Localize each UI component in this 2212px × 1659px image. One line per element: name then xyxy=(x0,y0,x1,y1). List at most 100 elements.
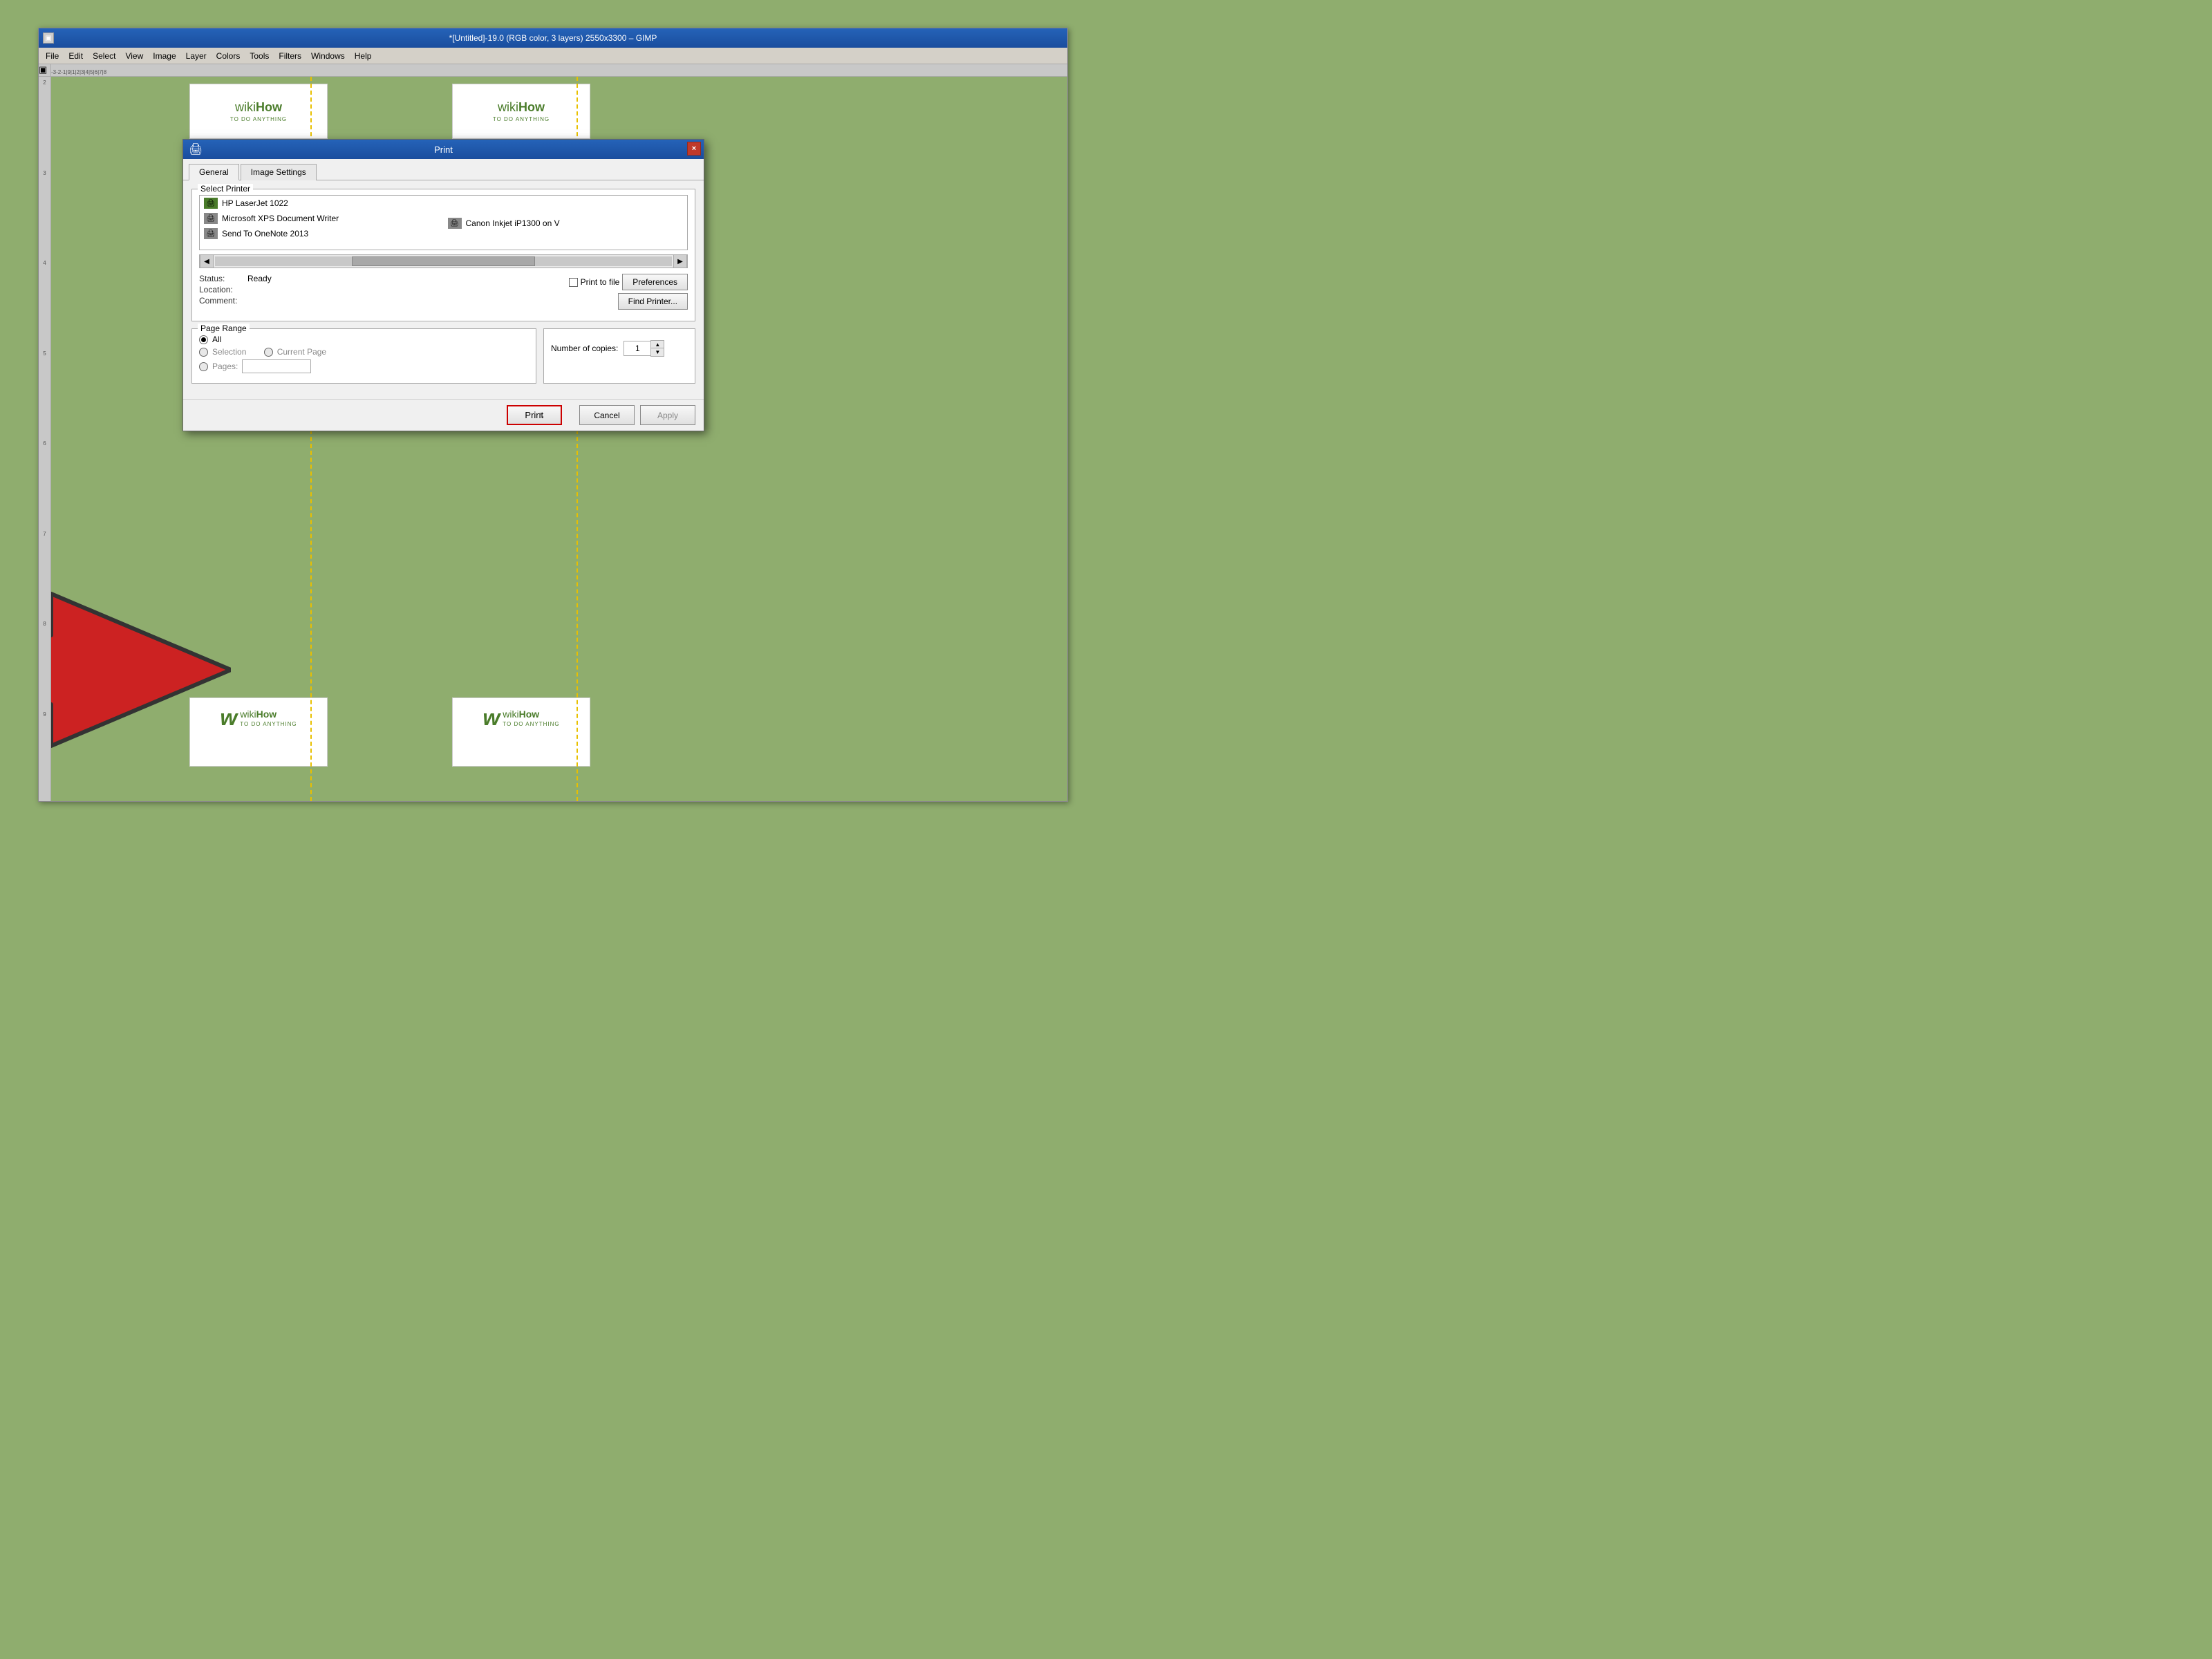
range-pages-option[interactable]: Pages: xyxy=(199,359,529,373)
wikihow-tile-2: wikiHow TO DO ANYTHING xyxy=(452,84,590,139)
wikihow-subtitle-1: TO DO ANYTHING xyxy=(230,116,287,122)
printer-icon-xps: 🖨 xyxy=(204,213,218,224)
menu-tools[interactable]: Tools xyxy=(245,50,273,62)
apply-button[interactable]: Apply xyxy=(640,405,695,425)
menu-colors[interactable]: Colors xyxy=(212,50,245,62)
printer-name-canon: Canon Inkjet iP1300 on V xyxy=(466,218,560,228)
status-row: Status: Ready xyxy=(199,274,558,283)
red-arrow-annotation xyxy=(51,580,231,760)
printer-item-hp[interactable]: 🖨 HP LaserJet 1022 xyxy=(200,196,687,211)
printer-icon-onenote: 🖨 xyxy=(204,228,218,239)
range-all-option[interactable]: All xyxy=(199,335,529,344)
location-row: Location: xyxy=(199,285,558,294)
scroll-thumb xyxy=(352,256,534,266)
status-area: Status: Ready Location: Comment: xyxy=(199,274,688,310)
printer-icon-hp: 🖨 xyxy=(204,198,218,209)
pages-input[interactable] xyxy=(242,359,311,373)
comment-label: Comment: xyxy=(199,296,247,306)
scroll-track xyxy=(215,256,672,266)
range-current-label: Current Page xyxy=(277,347,326,357)
status-right: Print to file Preferences Find Printer..… xyxy=(569,274,688,310)
menu-windows[interactable]: Windows xyxy=(307,50,349,62)
printer-name-onenote: Send To OneNote 2013 xyxy=(222,229,308,238)
wikihow-tile-1: wikiHow TO DO ANYTHING xyxy=(189,84,328,139)
menu-select[interactable]: Select xyxy=(88,50,120,62)
status-value: Ready xyxy=(247,274,272,283)
location-label: Location: xyxy=(199,285,247,294)
dialog-title: Print xyxy=(434,144,453,155)
dialog-close-button[interactable]: × xyxy=(687,142,701,156)
gimp-title-bar: ▣ *[Untitled]-19.0 (RGB color, 3 layers)… xyxy=(39,28,1067,48)
gimp-icon: ▣ xyxy=(43,32,54,44)
print-dialog: 🖨 Print × General Image Settings Select … xyxy=(182,139,704,431)
copies-spinner[interactable]: ▲ ▼ xyxy=(624,340,664,357)
wikihow-logo-1: wikiHow xyxy=(235,100,282,115)
menu-edit[interactable]: Edit xyxy=(64,50,87,62)
page-range-label: Page Range xyxy=(198,324,250,333)
range-pages-radio[interactable] xyxy=(199,362,208,371)
select-printer-label: Select Printer xyxy=(198,184,253,194)
spinner-down-button[interactable]: ▼ xyxy=(651,348,664,356)
copies-input[interactable] xyxy=(624,341,651,356)
printer-icon-canon: 🖨 xyxy=(448,218,462,229)
page-range-group: Page Range All Selection Current Page xyxy=(191,328,536,384)
printer-item-canon[interactable]: 🖨 Canon Inkjet iP1300 on V xyxy=(444,216,564,231)
gimp-title: *[Untitled]-19.0 (RGB color, 3 layers) 2… xyxy=(449,33,657,43)
menu-layer[interactable]: Layer xyxy=(182,50,211,62)
range-pages-label: Pages: xyxy=(212,362,238,371)
comment-row: Comment: xyxy=(199,296,558,306)
menu-file[interactable]: File xyxy=(41,50,63,62)
canvas-area: wikiHow TO DO ANYTHING wikiHow TO DO ANY… xyxy=(51,77,1067,801)
print-button[interactable]: Print xyxy=(507,405,562,425)
preferences-button[interactable]: Preferences xyxy=(622,274,688,290)
tab-image-settings[interactable]: Image Settings xyxy=(241,164,317,180)
copies-label: Number of copies: xyxy=(551,344,618,353)
print-to-file-label: Print to file xyxy=(581,277,620,287)
range-selection-option[interactable]: Selection Current Page xyxy=(199,347,529,357)
scroll-left-button[interactable]: ◀ xyxy=(200,254,214,268)
menu-help[interactable]: Help xyxy=(350,50,376,62)
printer-scrollbar[interactable]: ◀ ▶ xyxy=(199,254,688,268)
find-printer-row: Find Printer... xyxy=(618,293,688,310)
tab-general[interactable]: General xyxy=(189,164,239,180)
dialog-title-bar: 🖨 Print × xyxy=(183,140,704,159)
select-printer-group: Select Printer 🖨 HP LaserJet 1022 🖨 Cano… xyxy=(191,189,695,321)
spinner-up-button[interactable]: ▲ xyxy=(651,341,664,348)
gimp-menu-bar: File Edit Select View Image Layer Colors… xyxy=(39,48,1067,64)
ruler-side: 2 3 4 5 6 7 8 9 xyxy=(39,77,51,801)
spinner-buttons: ▲ ▼ xyxy=(650,340,664,357)
dialog-printer-icon: 🖨 xyxy=(189,142,203,156)
printer-list[interactable]: 🖨 HP LaserJet 1022 🖨 Canon Inkjet iP1300… xyxy=(199,195,688,250)
dialog-content: Select Printer 🖨 HP LaserJet 1022 🖨 Cano… xyxy=(183,180,704,399)
menu-image[interactable]: Image xyxy=(149,50,180,62)
printer-name-xps: Microsoft XPS Document Writer xyxy=(222,214,339,223)
menu-filters[interactable]: Filters xyxy=(274,50,306,62)
status-label: Status: xyxy=(199,274,247,283)
range-all-radio[interactable] xyxy=(199,335,208,344)
bottom-area: Page Range All Selection Current Page xyxy=(191,328,695,391)
wikihow-w-2: w xyxy=(482,705,500,731)
wikihow-logo-2: wikiHow xyxy=(498,100,545,115)
scroll-right-button[interactable]: ▶ xyxy=(673,254,687,268)
range-all-label: All xyxy=(212,335,221,344)
dialog-buttons: Print ↖ Cancel Apply xyxy=(183,399,704,431)
status-left: Status: Ready Location: Comment: xyxy=(199,274,558,310)
range-selection-radio[interactable] xyxy=(199,348,208,357)
ruler-corner: ▣ xyxy=(39,64,51,77)
print-to-file-checkbox[interactable] xyxy=(569,278,578,287)
copies-group: Number of copies: ▲ ▼ xyxy=(543,328,695,384)
gimp-window: ▣ *[Untitled]-19.0 (RGB color, 3 layers)… xyxy=(38,28,1068,802)
range-selection-label: Selection xyxy=(212,347,246,357)
copies-row: Number of copies: ▲ ▼ xyxy=(551,340,688,357)
cursor-indicator: ↖ xyxy=(538,411,545,431)
cancel-button[interactable]: Cancel xyxy=(579,405,635,425)
dialog-tabs: General Image Settings xyxy=(183,159,704,180)
print-to-file-row: Print to file Preferences xyxy=(569,274,688,290)
ruler-top: -3-2-1 |9|1 |2 |3|4 |5 |6|7 |8 xyxy=(39,64,1067,77)
printer-name-hp: HP LaserJet 1022 xyxy=(222,198,288,208)
find-printer-button[interactable]: Find Printer... xyxy=(618,293,688,310)
range-current-radio[interactable] xyxy=(264,348,273,357)
wikihow-tile-bottom-2: w wikiHow TO DO ANYTHING xyxy=(452,697,590,767)
wikihow-subtitle-2: TO DO ANYTHING xyxy=(493,116,550,122)
menu-view[interactable]: View xyxy=(121,50,147,62)
